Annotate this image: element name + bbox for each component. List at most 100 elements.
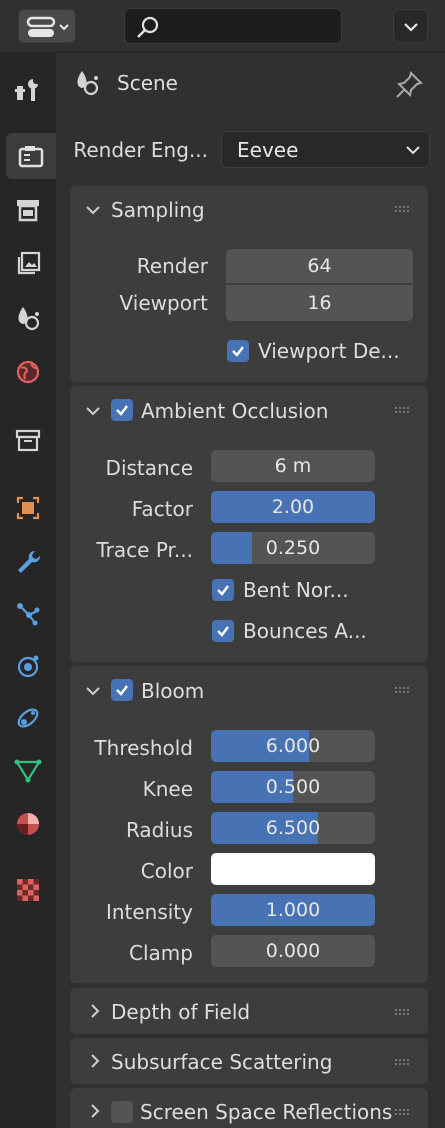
editor-type-icon xyxy=(26,16,69,37)
scene-icon xyxy=(18,307,40,331)
context-title: Scene xyxy=(117,71,178,95)
chevron-down-icon xyxy=(406,146,420,155)
ambient-occlusion-enable-checkbox[interactable] xyxy=(111,399,133,421)
tool-icon xyxy=(15,79,38,101)
screen-space-reflections-panel[interactable]: Screen Space Reflections xyxy=(70,1088,428,1128)
panel-title[interactable]: Bloom xyxy=(141,679,204,703)
chevron-right-icon[interactable] xyxy=(86,1102,104,1120)
constraints-icon xyxy=(17,708,39,728)
bloom-clamp-slider[interactable]: 0.000 xyxy=(211,935,375,967)
bloom-threshold-label: Threshold xyxy=(94,736,193,760)
top-bar xyxy=(0,0,445,53)
chevron-down-icon[interactable] xyxy=(84,201,102,219)
search-input[interactable] xyxy=(165,15,334,39)
render-icon xyxy=(18,146,44,168)
viewport-denoise-checkbox[interactable] xyxy=(227,340,249,362)
tab-scene[interactable] xyxy=(6,295,50,341)
panel-title[interactable]: Ambient Occlusion xyxy=(141,399,328,423)
material-icon xyxy=(17,813,39,835)
panel-title[interactable]: Sampling xyxy=(111,198,205,222)
wrench-icon xyxy=(18,550,41,573)
render-samples-value: 64 xyxy=(307,255,332,277)
mesh-data-icon xyxy=(14,759,42,783)
tab-particles[interactable] xyxy=(6,591,50,637)
view-layer-icon xyxy=(17,251,41,275)
panel-title[interactable]: Subsurface Scattering xyxy=(111,1050,332,1074)
checkmark-icon xyxy=(217,626,229,637)
ao-factor-slider[interactable]: 2.00 xyxy=(211,491,375,523)
tab-object[interactable] xyxy=(6,485,50,531)
ao-trace-precision-value: 0.250 xyxy=(265,537,321,559)
bloom-knee-slider[interactable]: 0.500 xyxy=(211,771,375,803)
chevron-down-icon xyxy=(404,23,418,32)
chevron-down-icon[interactable] xyxy=(84,682,102,700)
world-icon xyxy=(16,360,40,384)
bloom-color-label: Color xyxy=(140,859,193,883)
chevron-right-icon[interactable] xyxy=(86,1052,104,1070)
checkmark-icon xyxy=(232,346,244,357)
subsurface-scattering-panel[interactable]: Subsurface Scattering xyxy=(70,1038,428,1084)
tab-view-layer[interactable] xyxy=(6,241,50,287)
ssr-enable-checkbox[interactable] xyxy=(111,1101,133,1123)
bloom-color-swatch[interactable] xyxy=(211,853,375,885)
output-icon xyxy=(17,200,39,222)
chevron-down-icon[interactable] xyxy=(84,402,102,420)
bloom-threshold-slider[interactable]: 6.000 xyxy=(211,730,375,762)
checkmark-icon xyxy=(217,585,229,596)
ao-bent-normals-label[interactable]: Bent Nor... xyxy=(243,578,349,602)
bloom-knee-value: 0.500 xyxy=(265,776,321,798)
bloom-radius-slider[interactable]: 6.500 xyxy=(211,812,375,844)
drag-handle-icon[interactable] xyxy=(394,1108,410,1116)
ao-trace-precision-slider[interactable]: 0.250 xyxy=(211,532,375,564)
tab-output[interactable] xyxy=(6,187,50,233)
drag-handle-icon[interactable] xyxy=(394,1008,410,1016)
tab-world[interactable] xyxy=(6,349,50,395)
bloom-intensity-slider[interactable]: 1.000 xyxy=(211,894,375,926)
render-engine-value: Eevee xyxy=(237,138,299,162)
checkmark-icon xyxy=(116,685,128,696)
search-field[interactable] xyxy=(124,8,342,44)
drag-handle-icon[interactable] xyxy=(394,1058,410,1066)
object-icon xyxy=(16,496,40,520)
viewport-samples-field[interactable]: 16 xyxy=(226,285,413,321)
bloom-clamp-label: Clamp xyxy=(129,941,193,965)
scene-icon xyxy=(77,71,99,96)
panel-title[interactable]: Screen Space Reflections xyxy=(140,1100,392,1124)
tab-texture[interactable] xyxy=(6,867,50,913)
ao-bounces-approx-checkbox[interactable] xyxy=(212,620,234,642)
render-samples-field[interactable]: 64 xyxy=(226,249,413,283)
viewport-samples-label: Viewport xyxy=(119,291,208,315)
tab-modifiers[interactable] xyxy=(6,539,50,585)
tab-material[interactable] xyxy=(6,801,50,847)
tab-data[interactable] xyxy=(6,747,50,793)
bloom-intensity-label: Intensity xyxy=(105,900,193,924)
physics-icon xyxy=(17,655,39,678)
tab-tool[interactable] xyxy=(6,67,50,113)
render-engine-dropdown[interactable]: Eevee xyxy=(221,131,430,168)
bloom-threshold-value: 6.000 xyxy=(265,735,321,757)
ao-distance-field[interactable]: 6 m xyxy=(211,450,375,482)
ao-distance-value: 6 m xyxy=(274,455,312,477)
tab-render[interactable] xyxy=(6,133,56,179)
options-dropdown-button[interactable] xyxy=(393,9,428,43)
collection-icon xyxy=(15,429,41,452)
texture-icon xyxy=(17,879,39,901)
ao-bent-normals-checkbox[interactable] xyxy=(212,579,234,601)
chevron-right-icon[interactable] xyxy=(86,1002,104,1020)
tab-physics[interactable] xyxy=(6,643,50,689)
tab-collection[interactable] xyxy=(6,417,50,463)
drag-handle-icon[interactable] xyxy=(394,686,410,694)
ao-bounces-approx-label[interactable]: Bounces A... xyxy=(243,619,367,643)
drag-handle-icon[interactable] xyxy=(394,205,410,213)
depth-of-field-panel[interactable]: Depth of Field xyxy=(70,988,428,1034)
bloom-enable-checkbox[interactable] xyxy=(111,679,133,701)
render-samples-label: Render xyxy=(136,254,208,278)
editor-type-button[interactable] xyxy=(18,9,76,43)
tab-constraints[interactable] xyxy=(6,695,50,741)
pin-icon[interactable] xyxy=(394,70,424,100)
viewport-denoise-label[interactable]: Viewport De... xyxy=(258,339,400,363)
drag-handle-icon[interactable] xyxy=(394,406,410,414)
panel-title[interactable]: Depth of Field xyxy=(111,1000,250,1024)
bloom-knee-label: Knee xyxy=(142,777,193,801)
particles-icon xyxy=(17,603,40,626)
